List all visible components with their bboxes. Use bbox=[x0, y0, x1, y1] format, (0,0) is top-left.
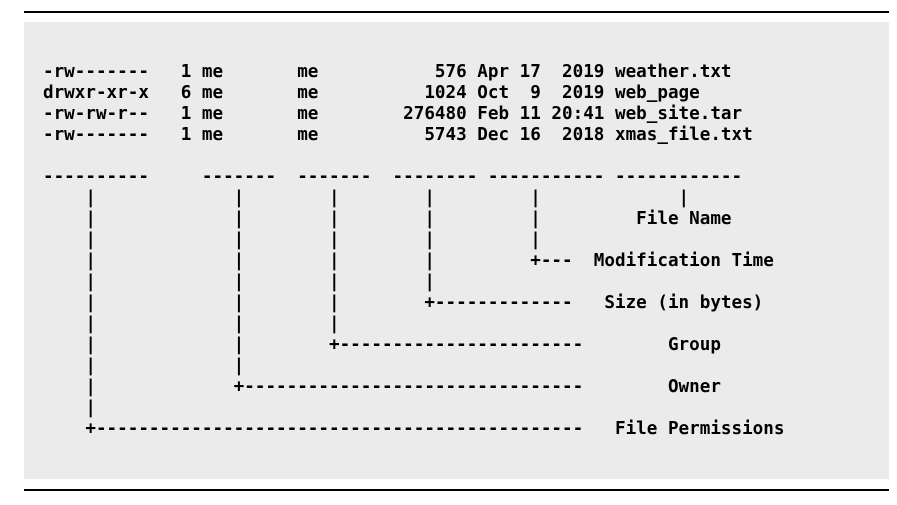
column-separator: ---------- ------- ------- -------- ----… bbox=[43, 167, 743, 187]
diagram-size-label: | | | +------------- Size (in bytes) bbox=[43, 293, 764, 313]
top-rule bbox=[24, 11, 889, 13]
diagram-line: | | | | bbox=[43, 272, 435, 292]
diagram-line: | | | bbox=[43, 314, 340, 334]
bottom-rule bbox=[24, 489, 889, 491]
diagram-modification-time-label: | | | | +--- Modification Time bbox=[43, 251, 774, 271]
diagram-line: | | | | | | bbox=[43, 188, 690, 208]
ls-long-listing: -rw------- 1 me me 576 Apr 17 2019 weath… bbox=[43, 62, 784, 440]
diagram-file-name-label: | | | | | File Name bbox=[43, 209, 732, 229]
diagram-file-permissions-label: +---------------------------------------… bbox=[43, 419, 785, 439]
diagram-line: | | | | | bbox=[43, 230, 541, 250]
diagram-group-label: | | +----------------------- Group bbox=[43, 335, 721, 355]
file-row: -rw------- 1 me me 576 Apr 17 2019 weath… bbox=[43, 62, 732, 82]
file-row: -rw------- 1 me me 5743 Dec 16 2018 xmas… bbox=[43, 125, 753, 145]
file-row: drwxr-xr-x 6 me me 1024 Oct 9 2019 web_p… bbox=[43, 83, 700, 103]
file-row: -rw-rw-r-- 1 me me 276480 Feb 11 20:41 w… bbox=[43, 104, 743, 124]
diagram-owner-label: | +-------------------------------- Owne… bbox=[43, 377, 721, 397]
diagram-line: | bbox=[43, 398, 96, 418]
diagram-line: | | bbox=[43, 356, 245, 376]
